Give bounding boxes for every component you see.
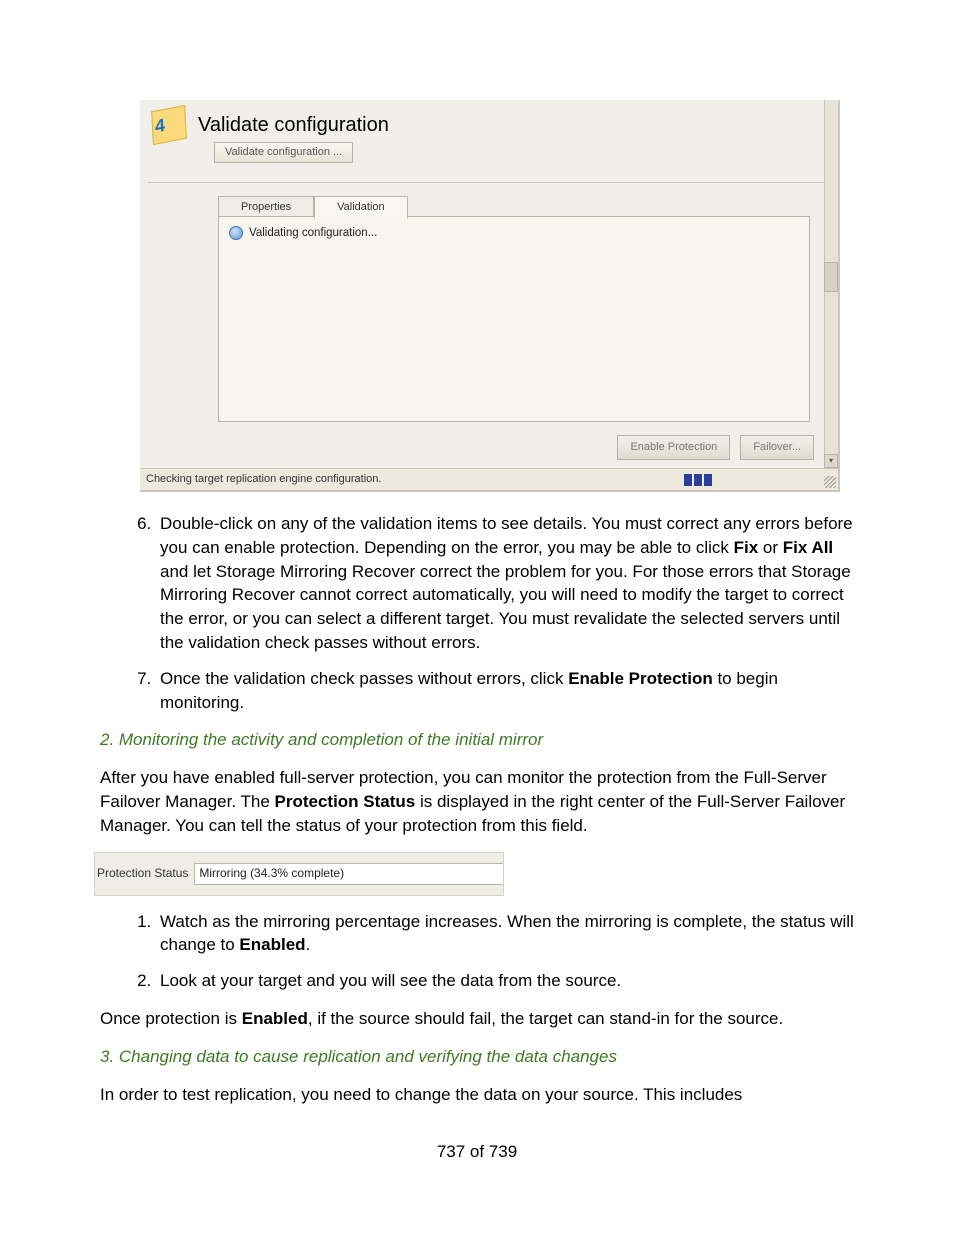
list-item: Double-click on any of the validation it…	[156, 512, 854, 655]
failover-button[interactable]: Failover...	[740, 435, 814, 460]
resize-grip-icon[interactable]	[824, 476, 836, 488]
tab-validation[interactable]: Validation	[314, 196, 408, 219]
scrollbar[interactable]: ▾	[824, 100, 838, 468]
list-item: Watch as the mirroring percentage increa…	[156, 910, 854, 958]
button-row: Enable Protection Failover...	[617, 435, 814, 460]
validating-row: Validating configuration...	[229, 225, 377, 241]
section-heading-changing-data: 3. Changing data to cause replication an…	[100, 1045, 854, 1069]
page-number: 737 of 739	[100, 1140, 854, 1164]
list-item: Look at your target and you will see the…	[156, 969, 854, 993]
validating-text: Validating configuration...	[249, 225, 377, 241]
scrollbar-down-button[interactable]: ▾	[824, 454, 838, 468]
step-icon: 4	[151, 105, 187, 145]
enable-protection-button[interactable]: Enable Protection	[617, 435, 730, 460]
paragraph-replication-intro: In order to test replication, you need t…	[100, 1083, 854, 1107]
scrollbar-thumb[interactable]	[824, 262, 838, 292]
status-bar: Checking target replication engine confi…	[140, 468, 838, 490]
status-text: Checking target replication engine confi…	[146, 472, 381, 487]
validate-configuration-window: 4 Validate configuration Validate config…	[140, 100, 840, 492]
validate-configuration-button[interactable]: Validate configuration ...	[214, 142, 353, 163]
list-item: Once the validation check passes without…	[156, 667, 854, 715]
protection-status-field: Protection Status Mirroring (34.3% compl…	[94, 852, 504, 896]
info-icon	[229, 226, 243, 240]
section-heading-monitoring: 2. Monitoring the activity and completio…	[100, 728, 854, 752]
protection-status-value: Mirroring (34.3% complete)	[194, 863, 503, 885]
steps-list-1: Double-click on any of the validation it…	[100, 512, 854, 714]
paragraph-monitoring-intro: After you have enabled full-server prote…	[100, 766, 854, 837]
separator	[148, 182, 830, 183]
steps-list-2: Watch as the mirroring percentage increa…	[100, 910, 854, 993]
paragraph-enabled: Once protection is Enabled, if the sourc…	[100, 1007, 854, 1031]
validation-panel: Validating configuration...	[218, 216, 810, 422]
wizard-title: Validate configuration	[198, 111, 389, 139]
progress-indicator	[684, 474, 712, 486]
protection-status-label: Protection Status	[95, 865, 194, 882]
